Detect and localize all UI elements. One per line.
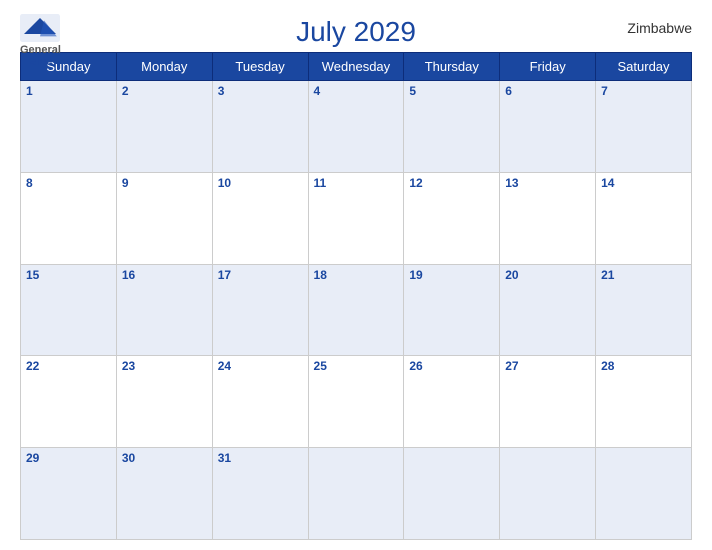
calendar-day: 21 bbox=[596, 264, 692, 356]
calendar-day: 3 bbox=[212, 81, 308, 173]
logo-blue-text: Blue bbox=[29, 56, 53, 68]
day-number: 31 bbox=[218, 451, 303, 465]
day-number: 27 bbox=[505, 359, 590, 373]
day-header-wednesday: Wednesday bbox=[308, 53, 404, 81]
calendar-day: 30 bbox=[116, 448, 212, 540]
calendar-day: 17 bbox=[212, 264, 308, 356]
calendar-table: SundayMondayTuesdayWednesdayThursdayFrid… bbox=[20, 52, 692, 540]
calendar-day bbox=[596, 448, 692, 540]
calendar-day: 12 bbox=[404, 172, 500, 264]
calendar-day: 6 bbox=[500, 81, 596, 173]
day-number: 1 bbox=[26, 84, 111, 98]
calendar-day: 11 bbox=[308, 172, 404, 264]
calendar-day: 18 bbox=[308, 264, 404, 356]
day-number: 8 bbox=[26, 176, 111, 190]
calendar-title: July 2029 bbox=[296, 16, 416, 48]
day-number: 23 bbox=[122, 359, 207, 373]
day-number: 7 bbox=[601, 84, 686, 98]
day-number: 25 bbox=[314, 359, 399, 373]
calendar-day: 4 bbox=[308, 81, 404, 173]
day-number: 2 bbox=[122, 84, 207, 98]
calendar-day: 9 bbox=[116, 172, 212, 264]
calendar-body: 1234567891011121314151617181920212223242… bbox=[21, 81, 692, 540]
day-header-friday: Friday bbox=[500, 53, 596, 81]
calendar-day bbox=[404, 448, 500, 540]
day-number: 16 bbox=[122, 268, 207, 282]
calendar-day: 28 bbox=[596, 356, 692, 448]
day-number: 29 bbox=[26, 451, 111, 465]
day-number: 30 bbox=[122, 451, 207, 465]
calendar-day: 31 bbox=[212, 448, 308, 540]
calendar-day: 23 bbox=[116, 356, 212, 448]
day-header-row: SundayMondayTuesdayWednesdayThursdayFrid… bbox=[21, 53, 692, 81]
calendar-day: 20 bbox=[500, 264, 596, 356]
day-number: 13 bbox=[505, 176, 590, 190]
calendar-day bbox=[308, 448, 404, 540]
day-number: 10 bbox=[218, 176, 303, 190]
day-number: 21 bbox=[601, 268, 686, 282]
day-number: 28 bbox=[601, 359, 686, 373]
calendar-day: 26 bbox=[404, 356, 500, 448]
calendar-day: 27 bbox=[500, 356, 596, 448]
logo-general-text: General bbox=[20, 44, 61, 56]
day-number: 5 bbox=[409, 84, 494, 98]
calendar-day: 8 bbox=[21, 172, 117, 264]
day-number: 17 bbox=[218, 268, 303, 282]
calendar-week-3: 15 16 17 18 19 20 21 bbox=[21, 264, 692, 356]
calendar-day: 7 bbox=[596, 81, 692, 173]
calendar-day: 10 bbox=[212, 172, 308, 264]
day-number: 11 bbox=[314, 176, 399, 190]
day-header-saturday: Saturday bbox=[596, 53, 692, 81]
day-number: 20 bbox=[505, 268, 590, 282]
calendar-day: 2 bbox=[116, 81, 212, 173]
day-number: 15 bbox=[26, 268, 111, 282]
calendar-day: 25 bbox=[308, 356, 404, 448]
calendar-week-5: 29 30 31 bbox=[21, 448, 692, 540]
calendar-day: 1 bbox=[21, 81, 117, 173]
day-number: 19 bbox=[409, 268, 494, 282]
day-number: 12 bbox=[409, 176, 494, 190]
logo: General Blue bbox=[20, 14, 61, 68]
day-number: 14 bbox=[601, 176, 686, 190]
calendar-week-4: 22 23 24 25 26 27 28 bbox=[21, 356, 692, 448]
day-number: 4 bbox=[314, 84, 399, 98]
calendar-day: 16 bbox=[116, 264, 212, 356]
day-number: 26 bbox=[409, 359, 494, 373]
calendar-week-2: 89 10 11 12 13 14 bbox=[21, 172, 692, 264]
calendar-day: 15 bbox=[21, 264, 117, 356]
calendar-day: 19 bbox=[404, 264, 500, 356]
calendar-day: 13 bbox=[500, 172, 596, 264]
day-header-tuesday: Tuesday bbox=[212, 53, 308, 81]
calendar-day: 29 bbox=[21, 448, 117, 540]
day-number: 6 bbox=[505, 84, 590, 98]
day-number: 18 bbox=[314, 268, 399, 282]
calendar-day bbox=[500, 448, 596, 540]
day-number: 3 bbox=[218, 84, 303, 98]
day-number: 22 bbox=[26, 359, 111, 373]
calendar-day: 5 bbox=[404, 81, 500, 173]
logo-icon bbox=[20, 14, 60, 42]
calendar-day: 22 bbox=[21, 356, 117, 448]
header: General Blue July 2029 Zimbabwe bbox=[20, 10, 692, 48]
day-number: 24 bbox=[218, 359, 303, 373]
day-header-monday: Monday bbox=[116, 53, 212, 81]
day-number: 9 bbox=[122, 176, 207, 190]
country-label: Zimbabwe bbox=[627, 20, 692, 36]
calendar-day: 14 bbox=[596, 172, 692, 264]
calendar-week-1: 1234567 bbox=[21, 81, 692, 173]
calendar-day: 24 bbox=[212, 356, 308, 448]
day-header-thursday: Thursday bbox=[404, 53, 500, 81]
